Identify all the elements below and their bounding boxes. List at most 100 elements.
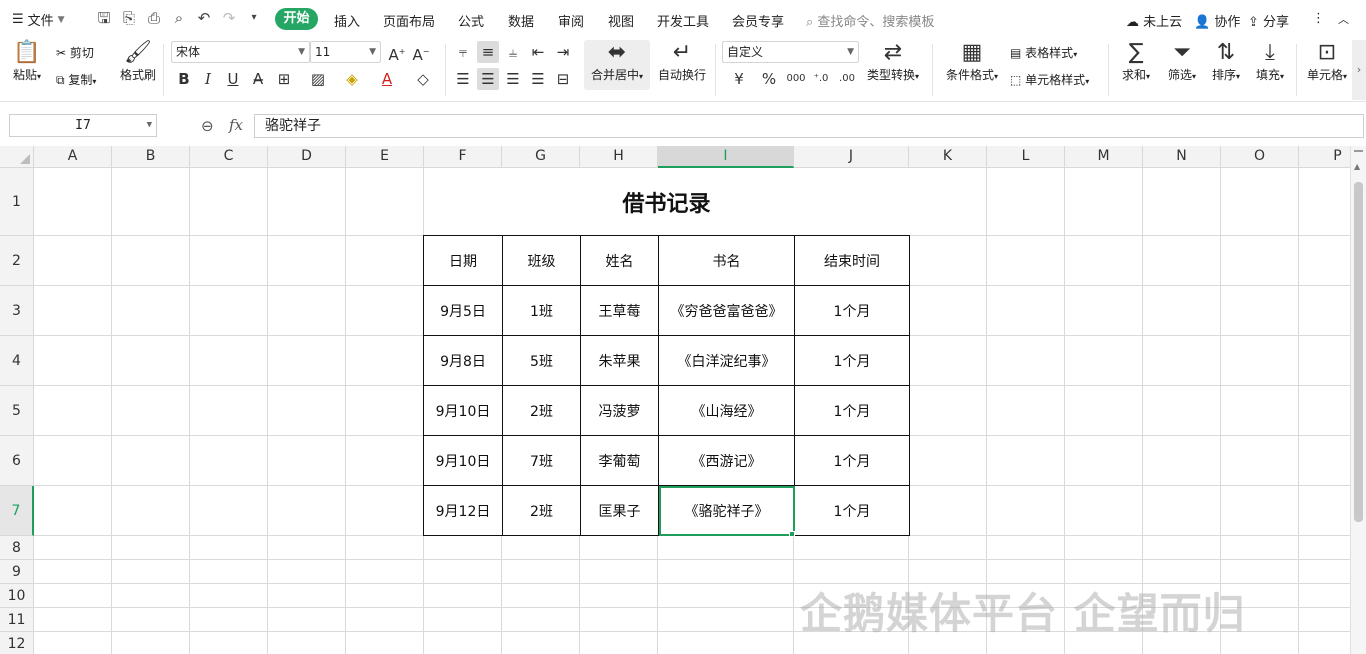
table-cell[interactable]: 9月5日 — [423, 285, 503, 336]
align-bottom-icon[interactable]: ⫨ — [502, 41, 524, 63]
row-header-7[interactable]: 7 — [0, 486, 34, 536]
table-header-cell[interactable]: 姓名 — [580, 235, 659, 286]
table-header-cell[interactable]: 结束时间 — [794, 235, 910, 286]
row-header-5[interactable]: 5 — [0, 386, 34, 436]
table-header-cell[interactable]: 书名 — [658, 235, 795, 286]
table-cell[interactable]: 《穷爸爸富爸爸》 — [658, 285, 795, 336]
align-right-icon[interactable]: ☰ — [502, 68, 524, 90]
scroll-up-icon[interactable]: ▲ — [1354, 162, 1360, 171]
column-header-d[interactable]: D — [268, 146, 346, 168]
merge-center-button[interactable]: ⬌ 合并居中▾ — [584, 40, 650, 90]
italic-icon[interactable]: I — [197, 68, 219, 90]
name-box[interactable]: I7 ▼ — [9, 114, 157, 137]
currency-icon[interactable]: ¥ — [728, 68, 750, 90]
column-header-b[interactable]: B — [112, 146, 190, 168]
tab-home[interactable]: 开始 — [275, 8, 318, 30]
collapse-ribbon-icon[interactable]: ︿ — [1338, 11, 1349, 27]
cloud-status-button[interactable]: ☁ 未上云 — [1126, 11, 1182, 30]
align-middle-icon[interactable]: ≡ — [477, 41, 499, 63]
spreadsheet-grid[interactable]: ABCDEFGHIJKLMNOP 1 2 3 4 5 6 7 8 9 10 11 12 借书记录 日期… — [0, 146, 1350, 654]
decrease-font-icon[interactable]: A− — [410, 41, 432, 64]
bold-icon[interactable]: B — [173, 68, 195, 90]
wrap-text-button[interactable]: ↵ 自动换行 — [656, 40, 708, 83]
table-header-cell[interactable]: 班级 — [502, 235, 581, 286]
row-header-2[interactable]: 2 — [0, 236, 34, 286]
table-cell[interactable]: 李葡萄 — [580, 435, 659, 486]
table-cell[interactable]: 9月10日 — [423, 385, 503, 436]
ribbon-scroll-right-icon[interactable]: › — [1352, 40, 1366, 100]
row-header-8[interactable]: 8 — [0, 536, 34, 560]
table-cell[interactable]: 《白洋淀纪事》 — [658, 335, 795, 386]
column-header-i[interactable]: I — [658, 146, 794, 168]
column-header-f[interactable]: F — [424, 146, 502, 168]
select-all-corner[interactable] — [0, 146, 34, 168]
row-header-1[interactable]: 1 — [0, 168, 34, 236]
column-header-g[interactable]: G — [502, 146, 580, 168]
distributed-align-icon[interactable]: ⊟ — [552, 68, 574, 90]
formula-input[interactable]: 骆驼祥子 — [254, 114, 1364, 138]
table-cell[interactable]: 《西游记》 — [658, 435, 795, 486]
increase-indent-icon[interactable]: ⇥ — [552, 41, 574, 63]
table-cell[interactable]: 2班 — [502, 385, 581, 436]
column-header-e[interactable]: E — [346, 146, 424, 168]
table-cell[interactable]: 1个月 — [794, 435, 910, 486]
table-cell[interactable]: 朱苹果 — [580, 335, 659, 386]
column-header-j[interactable]: J — [794, 146, 909, 168]
table-cell[interactable]: 9月12日 — [423, 485, 503, 536]
tab-page-layout[interactable]: 页面布局 — [383, 11, 435, 30]
font-color-icon[interactable]: A — [376, 68, 398, 90]
tab-developer[interactable]: 开发工具 — [657, 11, 709, 30]
justify-icon[interactable]: ☰ — [527, 68, 549, 90]
column-header-l[interactable]: L — [987, 146, 1065, 168]
table-cell[interactable]: 9月8日 — [423, 335, 503, 386]
file-menu[interactable]: ☰ 文件 ▼ — [12, 10, 65, 29]
table-cell[interactable]: 王草莓 — [580, 285, 659, 336]
number-format-select[interactable]: 自定义 ▼ — [722, 41, 859, 63]
table-cell[interactable]: 1班 — [502, 285, 581, 336]
tab-view[interactable]: 视图 — [608, 11, 634, 30]
tab-insert[interactable]: 插入 — [334, 11, 360, 30]
underline-icon[interactable]: U — [222, 68, 244, 90]
fill-button[interactable]: ⤓ 填充▾ — [1250, 40, 1290, 83]
table-cell[interactable]: 1个月 — [794, 485, 910, 536]
table-header-cell[interactable]: 日期 — [423, 235, 503, 286]
quick-access-more-icon[interactable]: ▾ — [245, 9, 263, 27]
row-header-9[interactable]: 9 — [0, 560, 34, 584]
align-left-icon[interactable]: ☰ — [452, 68, 474, 90]
insert-function-icon[interactable]: fx — [229, 116, 243, 134]
tab-member[interactable]: 会员专享 — [732, 11, 784, 30]
column-header-k[interactable]: K — [909, 146, 987, 168]
tab-data[interactable]: 数据 — [508, 11, 534, 30]
decrease-indent-icon[interactable]: ⇤ — [527, 41, 549, 63]
table-cell[interactable]: 冯菠萝 — [580, 385, 659, 436]
row-header-10[interactable]: 10 — [0, 584, 34, 608]
table-cell[interactable]: 匡果子 — [580, 485, 659, 536]
cell-button[interactable]: ⊡ 单元格▾ — [1304, 40, 1350, 83]
save-icon[interactable]: 🖫 — [95, 9, 113, 27]
row-header-6[interactable]: 6 — [0, 436, 34, 486]
table-style-button[interactable]: ▤ 表格样式▾ — [1010, 44, 1077, 61]
table-cell[interactable]: 1个月 — [794, 285, 910, 336]
export-pdf-icon[interactable]: ⎘ — [120, 9, 138, 27]
font-name-select[interactable]: 宋体 ▼ — [171, 41, 310, 63]
copy-button[interactable]: ⧉ 复制▾ — [56, 71, 96, 88]
column-header-h[interactable]: H — [580, 146, 658, 168]
column-header-a[interactable]: A — [34, 146, 112, 168]
font-size-select[interactable]: 11 ▼ — [310, 41, 381, 63]
table-cell[interactable]: 5班 — [502, 335, 581, 386]
row-header-4[interactable]: 4 — [0, 336, 34, 386]
print-icon[interactable]: ⎙ — [145, 9, 163, 27]
table-cell[interactable]: 1个月 — [794, 385, 910, 436]
collaborate-button[interactable]: 👤 协作 — [1194, 11, 1240, 30]
table-cell[interactable]: 7班 — [502, 435, 581, 486]
tab-review[interactable]: 审阅 — [558, 11, 584, 30]
conditional-format-button[interactable]: ▦ 条件格式▾ — [942, 40, 1002, 83]
fill-handle[interactable] — [789, 531, 795, 537]
column-header-o[interactable]: O — [1221, 146, 1299, 168]
scrollbar-thumb[interactable] — [1354, 182, 1363, 522]
redo-icon[interactable]: ↷ — [220, 9, 238, 27]
sheet-title[interactable]: 借书记录 — [424, 168, 909, 236]
align-center-icon[interactable]: ☰ — [477, 68, 499, 90]
tab-formula[interactable]: 公式 — [458, 11, 484, 30]
print-preview-icon[interactable]: ⌕ — [170, 9, 188, 27]
